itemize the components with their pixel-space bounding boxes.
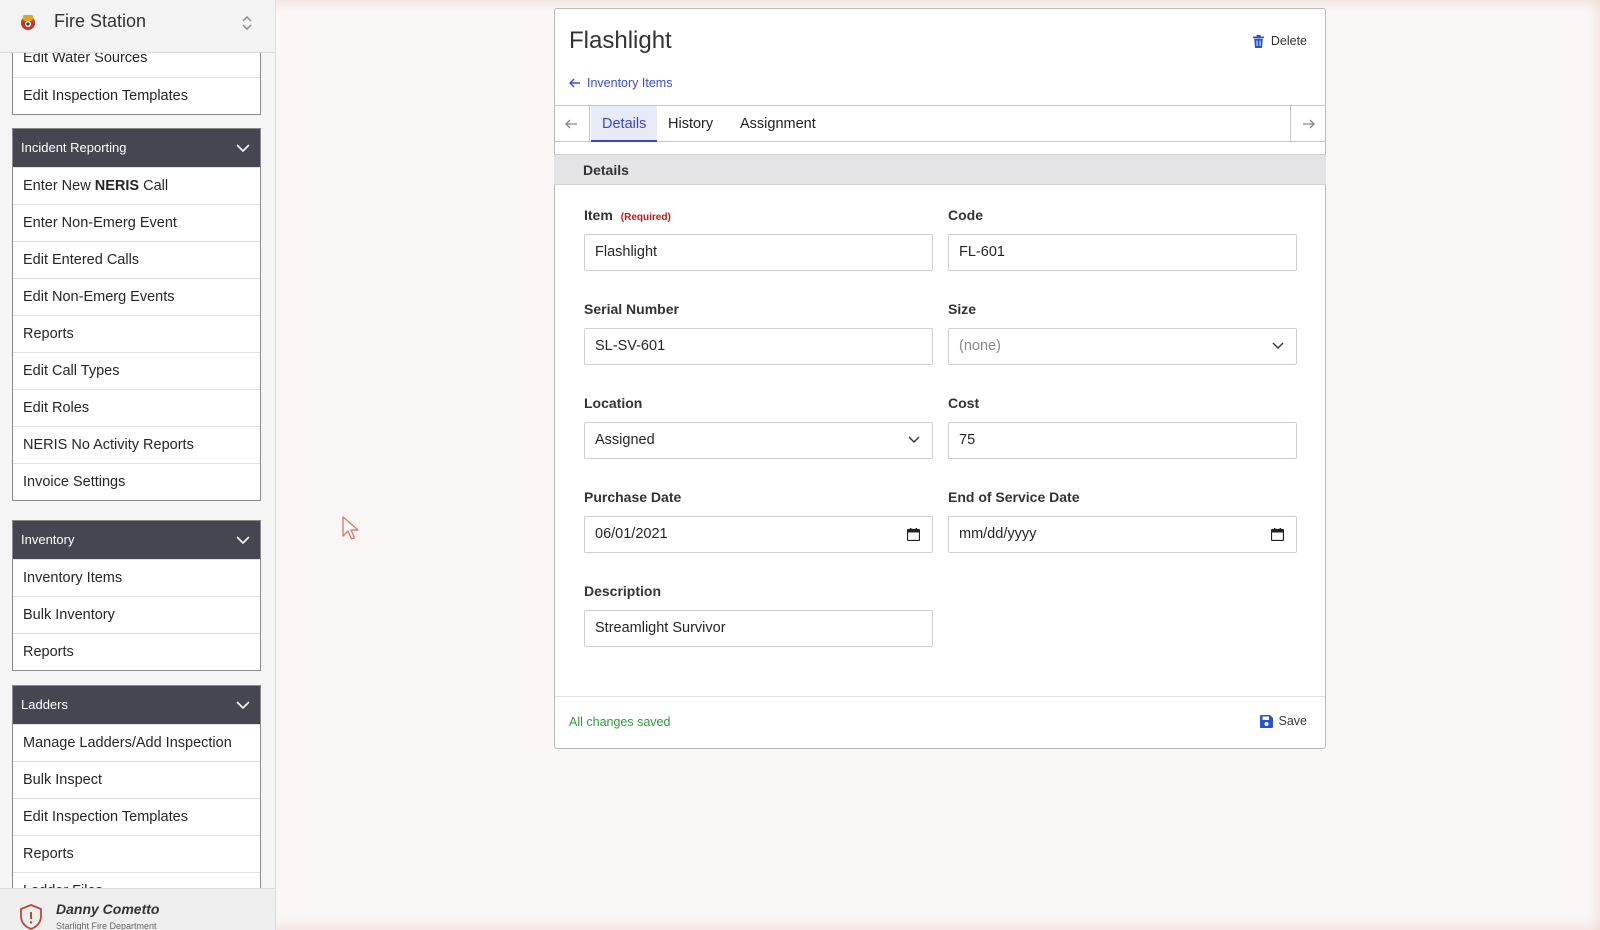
sidebar-group-header[interactable]: Inventory xyxy=(13,521,260,559)
cost-label: Cost xyxy=(948,395,980,411)
sidebar-item-edit-roles[interactable]: Edit Roles xyxy=(13,389,260,426)
description-label: Description xyxy=(584,583,662,599)
description-input[interactable]: Streamlight Survivor xyxy=(584,610,933,647)
sidebar-group-incident-reporting: Incident Reporting Enter New NERIS Call … xyxy=(12,128,261,501)
mouse-cursor-icon xyxy=(342,516,359,540)
end-of-service-date-input[interactable]: mm/dd/yyyy xyxy=(948,516,1297,553)
chevron-down-icon xyxy=(236,144,250,153)
sidebar: Fire Station Edit Water Sources Edit Ins… xyxy=(0,0,276,930)
card-footer: All changes saved Save xyxy=(555,696,1325,749)
tab-scroll-right-button[interactable] xyxy=(1290,106,1326,142)
sidebar-item-neris-no-activity-reports[interactable]: NERIS No Activity Reports xyxy=(13,426,260,463)
sidebar-item-bulk-inventory[interactable]: Bulk Inventory xyxy=(13,596,260,633)
sidebar-group-ladders: Ladders Manage Ladders/Add Inspection Bu… xyxy=(12,685,261,888)
sidebar-item-edit-call-types[interactable]: Edit Call Types xyxy=(13,352,260,389)
sidebar-group-header[interactable]: Ladders xyxy=(13,686,260,724)
tab-scroll-left-button[interactable] xyxy=(554,106,590,142)
calendar-icon[interactable] xyxy=(1271,528,1284,541)
size-select[interactable]: (none) xyxy=(948,328,1297,365)
tab-assignment[interactable]: Assignment xyxy=(740,106,816,142)
sidebar-item-invoice-settings[interactable]: Invoice Settings xyxy=(13,463,260,500)
location-select[interactable]: Assigned xyxy=(584,422,933,459)
item-input[interactable]: Flashlight xyxy=(584,234,933,271)
sidebar-item-reports[interactable]: Reports xyxy=(13,633,260,670)
sidebar-item-inventory-items[interactable]: Inventory Items xyxy=(13,559,260,596)
sidebar-item-edit-inspection-templates[interactable]: Edit Inspection Templates xyxy=(13,77,260,114)
page-title: Flashlight xyxy=(569,27,672,54)
section-header-details: Details xyxy=(554,154,1326,185)
sidebar-item-edit-non-emerg-events[interactable]: Edit Non-Emerg Events xyxy=(13,278,260,315)
sidebar-group-partial: Edit Water Sources Edit Inspection Templ… xyxy=(12,53,261,115)
code-input[interactable]: FL-601 xyxy=(948,234,1297,271)
tab-details[interactable]: Details xyxy=(591,106,658,142)
sidebar-item-enter-non-emerg-event[interactable]: Enter Non-Emerg Event xyxy=(13,204,260,241)
tab-bar: Details History Assignment xyxy=(554,105,1326,142)
tab-history[interactable]: History xyxy=(668,106,713,142)
size-label: Size xyxy=(948,301,977,317)
sidebar-item-bulk-inspect[interactable]: Bulk Inspect xyxy=(13,761,260,798)
sidebar-scroll-area[interactable]: Edit Water Sources Edit Inspection Templ… xyxy=(0,53,275,888)
serial-number-label: Serial Number xyxy=(584,301,679,317)
sidebar-item-reports[interactable]: Reports xyxy=(13,835,260,872)
purchase-date-input[interactable]: 06/01/2021 xyxy=(584,516,933,553)
trash-icon xyxy=(1252,34,1264,48)
end-of-service-date-label: End of Service Date xyxy=(948,489,1080,505)
sidebar-item-edit-entered-calls[interactable]: Edit Entered Calls xyxy=(13,241,260,278)
cost-input[interactable]: 75 xyxy=(948,422,1297,459)
sidebar-item-enter-new-neris-call[interactable]: Enter New NERIS Call xyxy=(13,167,260,204)
shield-alert-icon xyxy=(20,904,42,930)
item-label: Item (Required) xyxy=(584,207,671,223)
chevron-up-down-icon xyxy=(242,16,252,30)
code-label: Code xyxy=(948,207,983,223)
location-label: Location xyxy=(584,395,643,411)
org-switcher[interactable]: Fire Station xyxy=(0,0,275,53)
save-button[interactable]: Save xyxy=(1259,714,1307,728)
required-badge: (Required) xyxy=(620,212,671,223)
sidebar-item-edit-inspection-templates[interactable]: Edit Inspection Templates xyxy=(13,798,260,835)
floppy-disk-icon xyxy=(1259,714,1273,728)
fire-station-logo-icon xyxy=(21,15,35,30)
app-title: Fire Station xyxy=(54,11,147,31)
user-name: Danny Cometto xyxy=(56,901,160,917)
chevron-down-icon xyxy=(1272,342,1284,349)
chevron-down-icon xyxy=(236,701,250,710)
sidebar-item-reports[interactable]: Reports xyxy=(13,315,260,352)
sidebar-item-manage-ladders[interactable]: Manage Ladders/Add Inspection xyxy=(13,724,260,761)
purchase-date-label: Purchase Date xyxy=(584,489,682,505)
back-to-inventory-items-link[interactable]: Inventory Items xyxy=(569,76,672,90)
arrow-left-icon xyxy=(565,119,577,129)
chevron-down-icon xyxy=(236,536,250,545)
user-department: Starlight Fire Department xyxy=(56,921,157,930)
chevron-down-icon xyxy=(908,436,920,443)
sidebar-item-edit-water-sources[interactable]: Edit Water Sources xyxy=(13,53,260,77)
sidebar-item-ladder-files[interactable]: Ladder Files xyxy=(13,872,260,888)
serial-number-input[interactable]: SL-SV-601 xyxy=(584,328,933,365)
calendar-icon[interactable] xyxy=(907,528,920,541)
user-profile[interactable]: Danny Cometto Starlight Fire Department xyxy=(0,888,275,930)
arrow-left-icon xyxy=(569,78,580,88)
arrow-right-icon xyxy=(1303,119,1315,129)
sidebar-group-inventory: Inventory Inventory Items Bulk Inventory… xyxy=(12,520,261,671)
inventory-item-card: Flashlight Delete Inventory Items Detail… xyxy=(554,8,1326,749)
save-status: All changes saved xyxy=(569,715,671,729)
sidebar-group-header[interactable]: Incident Reporting xyxy=(13,129,260,167)
delete-button[interactable]: Delete xyxy=(1252,34,1307,48)
